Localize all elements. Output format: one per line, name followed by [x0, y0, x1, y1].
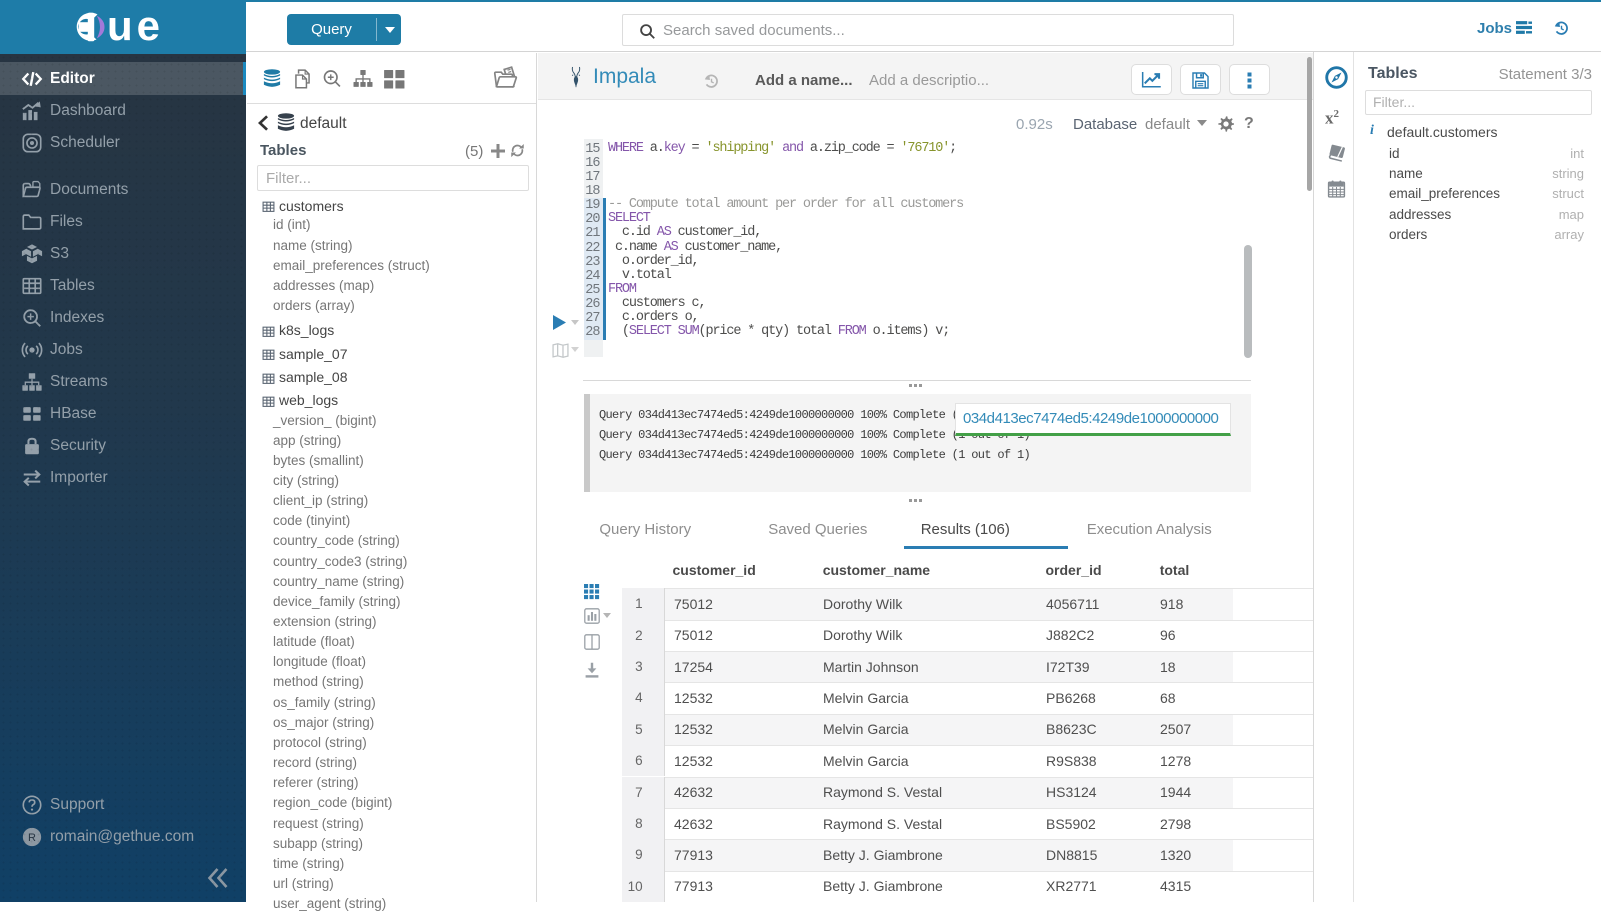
- svg-text:ue: ue: [107, 12, 164, 42]
- svg-text:R: R: [28, 832, 36, 844]
